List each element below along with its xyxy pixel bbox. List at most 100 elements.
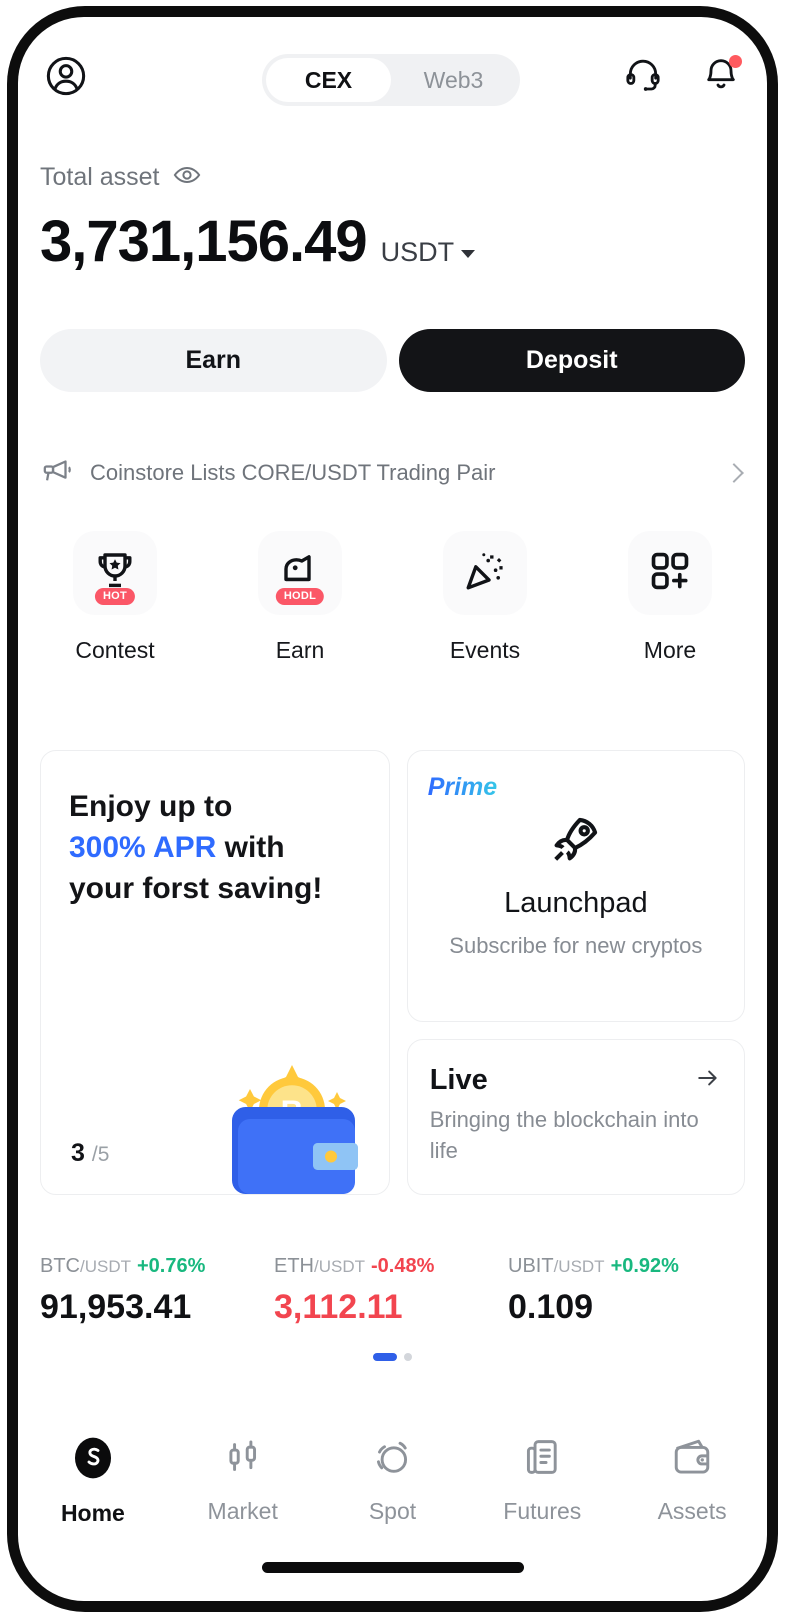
balance-row: 3,731,156.49 USDT (40, 213, 745, 271)
nav-item-assets[interactable]: Assets (617, 1435, 767, 1527)
currency-selector[interactable]: USDT (381, 237, 476, 268)
ticker-header: BTC/USDT +0.76% (40, 1255, 274, 1278)
nav-label: Assets (657, 1498, 727, 1524)
promo-headline: Enjoy up to 300% APR with your forst sav… (69, 787, 361, 909)
carousel-dot-active (373, 1353, 397, 1361)
ticker-price: 3,112.11 (274, 1288, 403, 1326)
tab-cex-label: CEX (304, 66, 353, 93)
megaphone-icon (40, 454, 74, 493)
eye-icon[interactable] (172, 160, 202, 195)
earn-button-label: Earn (185, 346, 242, 374)
promo-line1: Enjoy up to (69, 790, 233, 823)
tab-web3-label: Web3 (423, 66, 484, 93)
quick-action-tile: HODL (258, 531, 342, 615)
ticker-eth[interactable]: ETH/USDT -0.48% 3,112.11 (274, 1255, 508, 1327)
mode-switch[interactable]: CEX Web3 (262, 54, 520, 106)
top-bar: CEX Web3 (18, 44, 767, 116)
prime-tag: Prime (427, 773, 498, 801)
launchpad-title: Launchpad (504, 887, 648, 919)
quick-action-label: More (643, 637, 697, 663)
bottom-navigation: Home Market Spot Futures Assets (18, 1435, 767, 1527)
nav-item-market[interactable]: Market (168, 1435, 318, 1527)
nav-item-spot[interactable]: Spot (318, 1435, 468, 1527)
earn-button[interactable]: Earn (40, 329, 387, 392)
carousel-indicator[interactable] (18, 1353, 767, 1361)
party-popper-icon (461, 547, 509, 600)
ticker-change: -0.48% (371, 1255, 435, 1277)
arrow-right-icon (694, 1064, 722, 1097)
tab-web3[interactable]: Web3 (391, 58, 516, 102)
phone-screen: CEX Web3 Total asset 3,731,156.49 USDT E… (18, 17, 767, 1601)
ticker-change: +0.92% (610, 1255, 679, 1277)
profile-button[interactable] (40, 52, 92, 104)
promo-right-column: Prime Launchpad Subscribe for new crypto… (406, 750, 745, 1195)
user-circle-icon (43, 53, 89, 104)
quick-action-contest[interactable]: HOT Contest (40, 531, 190, 664)
rocket-icon (547, 810, 605, 873)
live-title: Live (429, 1064, 488, 1096)
balance-section: Total asset 3,731,156.49 USDT (40, 160, 745, 271)
ticker-quote: /USDT (314, 1257, 365, 1276)
live-header: Live (430, 1064, 722, 1097)
ticker-price: 0.109 (508, 1288, 594, 1326)
nav-label: Futures (503, 1498, 582, 1524)
nav-label: Spot (368, 1498, 417, 1524)
total-asset-label: Total asset (40, 163, 160, 191)
ticker-ubit[interactable]: UBIT/USDT +0.92% 0.109 (508, 1255, 742, 1327)
quick-actions: HOT Contest HODL Earn Events More (40, 531, 745, 664)
support-button[interactable] (619, 52, 667, 100)
balance-amount: 3,731,156.49 (40, 209, 368, 274)
launchpad-card[interactable]: Prime Launchpad Subscribe for new crypto… (406, 750, 745, 1022)
savings-promo-card[interactable]: Enjoy up to 300% APR with your forst sav… (40, 750, 390, 1195)
top-bar-actions (619, 52, 745, 100)
ticker-price: 91,953.41 (40, 1288, 192, 1326)
carousel-dot (404, 1353, 412, 1361)
hodl-badge: HODL (275, 587, 325, 605)
tab-cex[interactable]: CEX (266, 58, 391, 102)
notification-badge-dot (729, 55, 742, 68)
live-subtitle: Bringing the blockchain into life (429, 1107, 699, 1163)
ticker-btc[interactable]: BTC/USDT +0.76% 91,953.41 (40, 1255, 274, 1327)
ticker-symbol: UBIT (508, 1255, 554, 1277)
ticker-quote: /USDT (553, 1257, 605, 1276)
total-asset-row: Total asset (40, 160, 745, 195)
announcement-banner[interactable]: Coinstore Lists CORE/USDT Trading Pair (40, 449, 745, 497)
launchpad-subtitle: Subscribe for new cryptos (449, 933, 703, 958)
grid-plus-icon (647, 548, 693, 599)
wallet-bitcoin-illustration: B (199, 1014, 379, 1194)
promo-line2-tail: with (216, 830, 285, 864)
swap-icon (370, 1435, 414, 1484)
promo-line3: your forst saving! (69, 871, 323, 905)
chevron-right-icon (724, 463, 744, 483)
live-card[interactable]: Live Bringing the blockchain into life (406, 1039, 745, 1195)
chevron-down-icon (461, 249, 476, 258)
ticker-change: +0.76% (137, 1255, 206, 1277)
announcement-text: Coinstore Lists CORE/USDT Trading Pair (90, 460, 496, 485)
quick-action-events[interactable]: Events (410, 531, 560, 664)
ticker-header: UBIT/USDT +0.92% (508, 1255, 742, 1278)
quick-action-tile (443, 531, 527, 615)
nav-label: Market (207, 1498, 278, 1524)
notifications-button[interactable] (697, 52, 745, 100)
candlestick-icon (221, 1435, 265, 1484)
wallet-icon (670, 1435, 714, 1484)
promo-accent: 300% APR (69, 830, 217, 864)
nav-item-home[interactable]: Home (18, 1435, 168, 1527)
nav-item-futures[interactable]: Futures (467, 1435, 617, 1527)
quick-action-earn[interactable]: HODL Earn (225, 531, 375, 664)
deposit-button[interactable]: Deposit (398, 329, 745, 392)
promo-pagination: 3 /5 (71, 1139, 109, 1168)
ticker-strip: BTC/USDT +0.76% 91,953.41 ETH/USDT -0.48% … (40, 1255, 745, 1327)
quick-action-label: Contest (75, 637, 155, 663)
quick-action-tile: HOT (73, 531, 157, 615)
quick-action-more[interactable]: More (595, 531, 745, 664)
home-indicator (261, 1562, 524, 1573)
ticker-quote: /USDT (80, 1257, 131, 1276)
promo-page-current: 3 (71, 1139, 85, 1167)
hot-badge: HOT (94, 587, 136, 605)
currency-label: USDT (380, 237, 455, 267)
ticker-header: ETH/USDT -0.48% (274, 1255, 508, 1278)
quick-action-tile (628, 531, 712, 615)
ticker-symbol: ETH (274, 1255, 314, 1277)
app-screenshot: CEX Web3 Total asset 3,731,156.49 USDT E… (0, 0, 785, 1618)
